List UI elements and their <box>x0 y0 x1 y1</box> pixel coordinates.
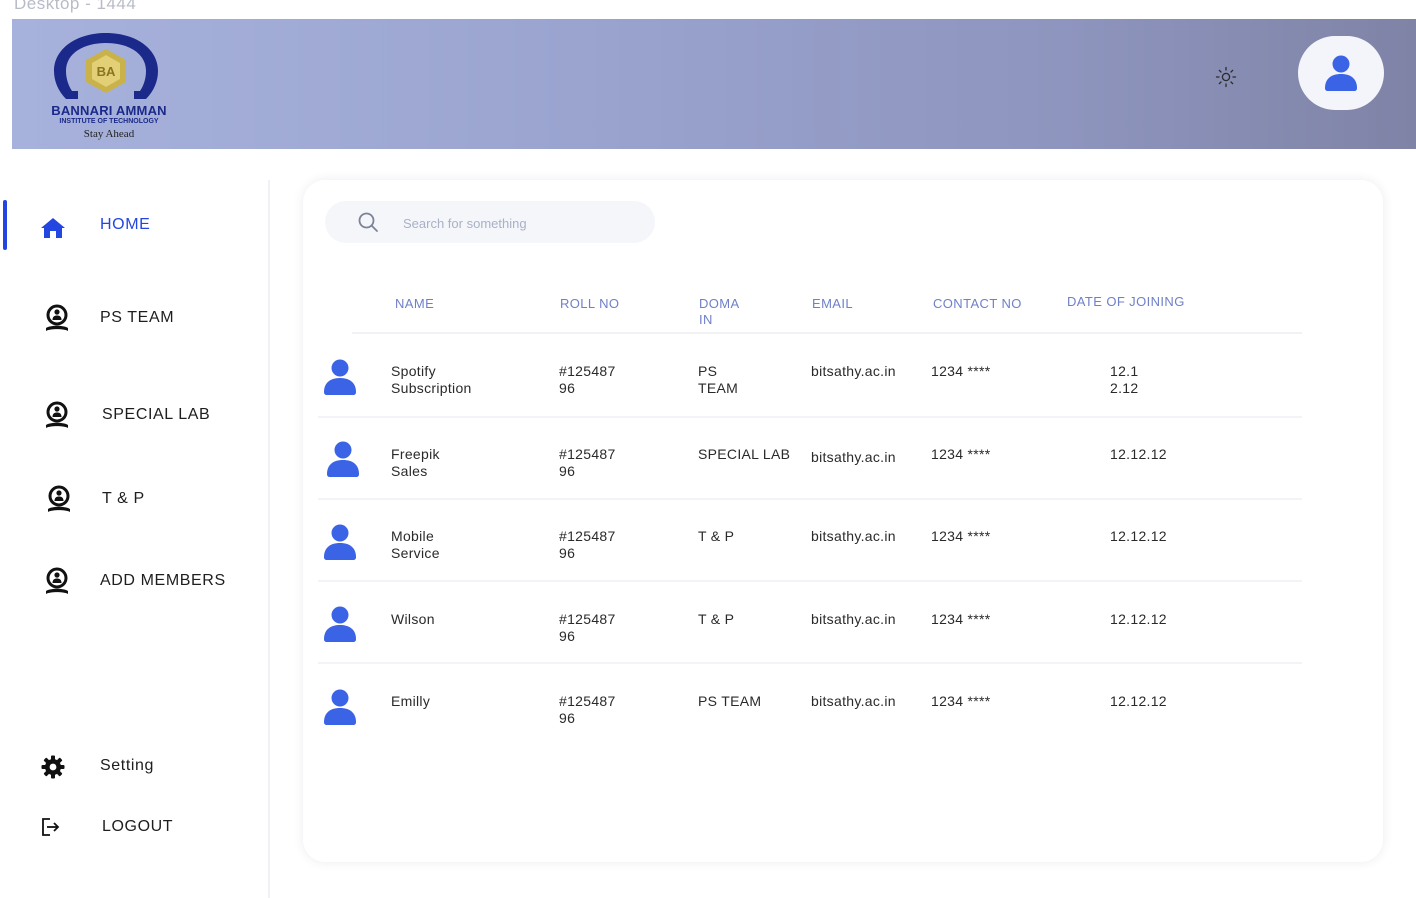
sidebar-item-label: SPECIAL LAB <box>102 406 211 423</box>
sidebar-item-setting[interactable]: Setting <box>0 746 255 786</box>
team-icon <box>46 304 68 331</box>
cell-contact: 1234 **** <box>931 446 991 462</box>
cell-name: Wilson <box>391 611 435 627</box>
cell-email: bitsathy.ac.in <box>811 693 896 709</box>
column-header-email: EMAIL <box>812 296 854 311</box>
row-divider <box>318 498 1302 500</box>
user-icon <box>324 606 356 642</box>
cell-name: Freepik Sales <box>391 446 440 479</box>
cell-contact: 1234 **** <box>931 611 991 627</box>
gear-icon <box>41 755 65 779</box>
cell-domain: SPECIAL LAB <box>698 446 791 462</box>
user-icon <box>324 689 356 725</box>
cell-name: Mobile Service <box>391 528 440 561</box>
svg-text:BA: BA <box>97 64 116 79</box>
column-header-roll-no: ROLL NO <box>560 296 620 311</box>
user-icon <box>324 524 356 560</box>
cell-contact: 1234 **** <box>931 363 991 379</box>
cell-name: Spotify Subscription <box>391 363 472 396</box>
search-icon[interactable] <box>357 211 379 233</box>
cell-domain: PS TEAM <box>698 693 762 709</box>
team-icon <box>48 485 70 512</box>
cell-roll-no: #12548796 <box>559 528 616 561</box>
cell-date: 12.12.12 <box>1110 363 1139 396</box>
brand-tagline: Stay Ahead <box>83 128 135 140</box>
cell-contact: 1234 **** <box>931 693 991 709</box>
cell-date: 12.12.12 <box>1110 693 1167 709</box>
column-header-date-of-joining: DATE OF JOINING <box>1067 294 1185 309</box>
sidebar-item-label: Setting <box>100 757 155 774</box>
sidebar-item-label: LOGOUT <box>102 818 174 835</box>
sidebar-item-label: HOME <box>100 216 151 233</box>
cell-email: bitsathy.ac.in <box>811 449 896 465</box>
cell-domain: PS TEAM <box>698 363 739 396</box>
top-header: BA BANNARI AMMAN INSTITUTE OF TECHNOLOGY… <box>12 19 1416 149</box>
omega-emblem: BA <box>54 33 158 99</box>
sidebar-item-special-lab[interactable]: SPECIAL LAB <box>0 395 255 435</box>
frame-label: Desktop - 1444 <box>14 0 137 13</box>
logout-icon <box>42 818 60 836</box>
cell-roll-no: #12548796 <box>559 611 616 644</box>
row-divider <box>318 580 1302 582</box>
cell-date: 12.12.12 <box>1110 446 1167 462</box>
team-icon <box>46 401 68 428</box>
sun-icon[interactable] <box>1215 66 1237 88</box>
user-icon <box>327 441 359 477</box>
brand-subtitle: INSTITUTE OF TECHNOLOGY <box>59 118 159 125</box>
search-bar <box>325 201 655 243</box>
sidebar <box>8 180 270 898</box>
column-header-name: NAME <box>395 296 435 311</box>
home-icon <box>41 218 65 238</box>
institute-logo: BA BANNARI AMMAN INSTITUTE OF TECHNOLOGY… <box>34 29 184 147</box>
sidebar-item-label: T & P <box>102 490 145 507</box>
user-icon <box>324 359 356 395</box>
sidebar-item-label: PS TEAM <box>100 309 175 326</box>
sidebar-item-t-and-p[interactable]: T & P <box>0 479 255 519</box>
logout-button[interactable]: LOGOUT <box>0 807 255 847</box>
sidebar-item-ps-team[interactable]: PS TEAM <box>0 298 255 338</box>
header-divider <box>352 332 1302 334</box>
cell-email: bitsathy.ac.in <box>811 528 896 544</box>
cell-date: 12.12.12 <box>1110 528 1167 544</box>
cell-date: 12.12.12 <box>1110 611 1167 627</box>
cell-name: Emilly <box>391 693 431 709</box>
profile-avatar-button[interactable] <box>1298 36 1384 110</box>
cell-domain: T & P <box>698 611 735 627</box>
row-divider <box>318 416 1302 418</box>
cell-roll-no: #12548796 <box>559 363 616 396</box>
sidebar-item-add-members[interactable]: ADD MEMBERS <box>0 561 255 601</box>
column-header-domain: DOMAIN <box>699 296 740 327</box>
sidebar-item-home[interactable]: HOME <box>0 205 255 245</box>
search-input[interactable] <box>401 211 635 235</box>
main-card <box>303 180 1383 862</box>
cell-roll-no: #12548796 <box>559 446 616 479</box>
sidebar-item-label: ADD MEMBERS <box>100 572 226 589</box>
cell-domain: T & P <box>698 528 735 544</box>
brand-name: BANNARI AMMAN <box>51 103 167 118</box>
team-icon <box>46 567 68 594</box>
cell-email: bitsathy.ac.in <box>811 363 896 379</box>
user-icon <box>1325 55 1357 91</box>
row-divider <box>318 662 1302 664</box>
cell-contact: 1234 **** <box>931 528 991 544</box>
column-header-contact-no: CONTACT NO <box>933 296 1022 311</box>
cell-roll-no: #12548796 <box>559 693 616 726</box>
cell-email: bitsathy.ac.in <box>811 611 896 627</box>
